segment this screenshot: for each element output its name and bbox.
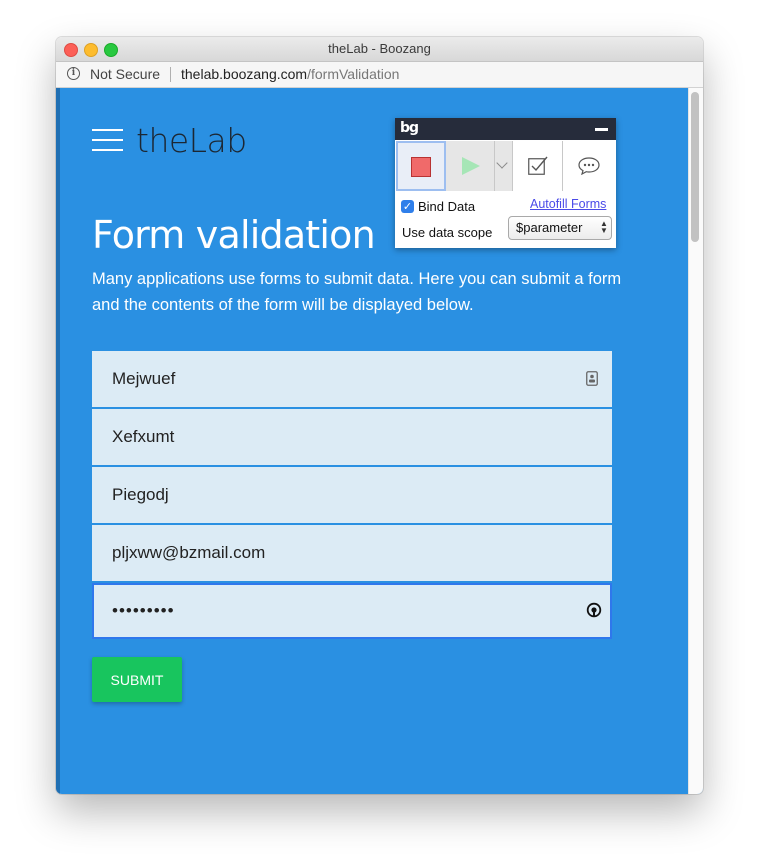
url-text[interactable]: thelab.boozang.com/formValidation [181, 66, 399, 82]
password-field[interactable] [92, 583, 612, 639]
submit-button[interactable]: SUBMIT [92, 657, 182, 702]
data-scope-select[interactable]: $parameter ▲ ▼ [508, 216, 612, 240]
validate-button[interactable] [513, 141, 563, 191]
brand-logo[interactable]: theLab [136, 121, 247, 160]
chevron-down-icon [496, 157, 508, 169]
viewport-edge [56, 88, 60, 794]
intro-text: Many applications use forms to submit da… [92, 270, 622, 314]
play-icon [462, 157, 480, 175]
autofill-forms-link[interactable]: Autofill Forms [530, 197, 606, 211]
bind-data-checkbox[interactable]: ✓ [401, 200, 414, 213]
browser-window: theLab - Boozang i Not Secure thelab.boo… [56, 37, 703, 794]
username-field[interactable] [92, 467, 612, 523]
title-bar: theLab - Boozang [56, 37, 703, 62]
play-button[interactable] [446, 141, 495, 191]
security-label[interactable]: Not Secure [90, 66, 160, 82]
comment-button[interactable] [563, 141, 616, 191]
contact-card-icon[interactable] [586, 371, 598, 386]
url-host: thelab.boozang.com [181, 66, 308, 82]
select-arrows-icon: ▲ ▼ [600, 219, 608, 235]
data-scope-value: $parameter [516, 220, 583, 235]
boozang-logo: bg [400, 120, 419, 136]
address-divider [170, 67, 171, 82]
window-title: theLab - Boozang [328, 41, 431, 56]
panel-minimize-button[interactable] [595, 128, 608, 131]
boozang-recorder-panel: bg ✓ Bind Data Autofill Forms Use data s… [395, 118, 616, 248]
comment-bubble-icon [578, 157, 600, 175]
record-icon [411, 157, 431, 177]
password-manager-icon[interactable] [586, 602, 602, 618]
url-path: /formValidation [307, 66, 400, 82]
scrollbar-thumb[interactable] [691, 92, 699, 242]
address-bar[interactable]: i Not Secure thelab.boozang.com/formVali… [56, 62, 703, 88]
last-name-field[interactable] [92, 409, 612, 465]
page-viewport: theLab Form validation Many applications… [56, 88, 703, 794]
first-name-field[interactable] [92, 351, 612, 407]
record-button[interactable] [396, 141, 446, 191]
play-options-dropdown[interactable] [495, 141, 513, 191]
hamburger-menu-icon[interactable] [92, 129, 123, 153]
bind-data-label: Bind Data [418, 199, 476, 214]
info-icon[interactable]: i [67, 67, 80, 80]
panel-header[interactable]: bg [395, 118, 616, 140]
page-title: Form validation [92, 213, 376, 257]
checkbox-check-icon [528, 156, 548, 175]
data-scope-label: Use data scope [402, 225, 493, 240]
email-field[interactable] [92, 525, 612, 581]
